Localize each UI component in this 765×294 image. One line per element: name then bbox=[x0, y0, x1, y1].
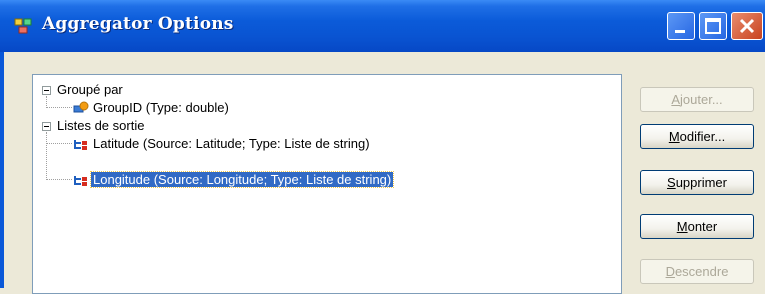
collapse-toggle-icon[interactable] bbox=[42, 122, 51, 131]
button-mnemonic: M bbox=[676, 219, 688, 234]
tree-connector bbox=[46, 179, 72, 180]
tree-connector bbox=[46, 143, 72, 144]
minimize-icon bbox=[675, 30, 685, 33]
modify-button[interactable]: Modifier... bbox=[640, 124, 754, 149]
button-mnemonic: S bbox=[667, 175, 676, 190]
minimize-button[interactable] bbox=[667, 12, 695, 40]
move-up-button[interactable]: Monter bbox=[640, 214, 754, 239]
maximize-button[interactable] bbox=[699, 12, 727, 40]
button-mnemonic: M bbox=[668, 129, 680, 144]
list-field-icon bbox=[74, 176, 87, 186]
options-tree[interactable]: Groupé par GroupID (Type: double) Listes… bbox=[32, 74, 622, 294]
group-key-icon bbox=[73, 101, 89, 113]
button-label: odifier... bbox=[679, 129, 726, 144]
tree-item-label[interactable]: GroupID (Type: double) bbox=[93, 100, 229, 115]
aggregator-options-window: Aggregator Options Groupé par GroupID (T… bbox=[0, 0, 765, 294]
tree-connector bbox=[46, 107, 72, 108]
title-bar[interactable]: Aggregator Options bbox=[0, 0, 765, 52]
button-label: jouter... bbox=[680, 92, 723, 107]
tree-item-label[interactable]: Latitude (Source: Latitude; Type: Liste … bbox=[93, 136, 370, 151]
close-button[interactable] bbox=[731, 12, 763, 40]
move-down-button[interactable]: Descendre bbox=[640, 259, 754, 284]
button-mnemonic: A bbox=[671, 92, 681, 107]
collapse-toggle-icon[interactable] bbox=[42, 86, 51, 95]
dialog-client-area: Groupé par GroupID (Type: double) Listes… bbox=[4, 52, 765, 294]
maximize-icon bbox=[705, 18, 721, 34]
tree-connector bbox=[46, 132, 47, 180]
button-label: upprimer bbox=[675, 175, 727, 190]
delete-button[interactable]: Supprimer bbox=[640, 170, 754, 195]
app-icon bbox=[14, 18, 32, 34]
button-label: escendre bbox=[674, 264, 729, 279]
close-icon bbox=[739, 18, 755, 34]
button-mnemonic: D bbox=[665, 264, 675, 279]
add-button[interactable]: Ajouter... bbox=[640, 87, 754, 112]
button-label: onter bbox=[687, 219, 718, 234]
list-field-icon bbox=[74, 140, 87, 150]
tree-group-label[interactable]: Groupé par bbox=[57, 82, 123, 97]
window-title: Aggregator Options bbox=[42, 14, 234, 34]
tree-item-label-selected[interactable]: Longitude (Source: Longitude; Type: List… bbox=[89, 171, 395, 188]
tree-group-label[interactable]: Listes de sortie bbox=[57, 118, 144, 133]
